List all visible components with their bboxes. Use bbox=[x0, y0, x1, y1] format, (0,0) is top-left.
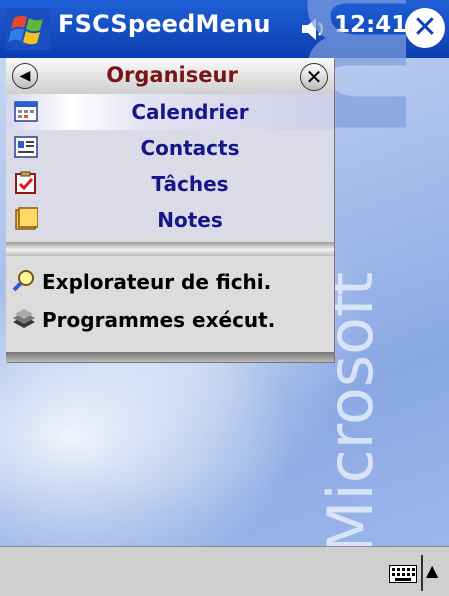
command-explorateur[interactable]: Explorateur de fichi. bbox=[6, 264, 334, 300]
menu-item-label: Tâches bbox=[151, 172, 229, 196]
menu-item-contacts[interactable]: Contacts bbox=[6, 130, 334, 166]
speed-menu: ◀ Organiseur ✕ Calendrier Contacts Tâche… bbox=[6, 58, 334, 362]
pocket-pc-screen: FSCSpeedMenu 12:41 ✕ mobile Microsoft ◀ … bbox=[0, 0, 449, 596]
app-title: FSCSpeedMenu bbox=[58, 10, 271, 38]
back-button[interactable]: ◀ bbox=[12, 63, 38, 89]
command-programmes[interactable]: Programmes exécut. bbox=[6, 302, 334, 338]
contacts-icon bbox=[14, 136, 38, 158]
menu-title: Organiseur bbox=[106, 63, 238, 87]
close-menu-button[interactable]: ✕ bbox=[300, 63, 328, 91]
menu-item-notes[interactable]: Notes bbox=[6, 202, 334, 238]
close-icon: ✕ bbox=[305, 65, 323, 89]
calendar-icon bbox=[14, 101, 38, 122]
menu-item-calendrier[interactable]: Calendrier bbox=[6, 94, 334, 130]
menu-item-label: Notes bbox=[157, 208, 223, 232]
menu-item-taches[interactable]: Tâches bbox=[6, 166, 334, 202]
sip-menu-arrow-icon[interactable]: ▲ bbox=[426, 561, 438, 580]
windows-flag-icon[interactable] bbox=[6, 8, 50, 50]
file-explorer-icon bbox=[12, 270, 34, 292]
back-arrow-icon: ◀ bbox=[19, 68, 31, 84]
menu-header: ◀ Organiseur ✕ bbox=[6, 58, 334, 94]
sip-divider bbox=[421, 555, 423, 591]
tasks-icon bbox=[15, 171, 36, 194]
menu-item-label: Contacts bbox=[140, 136, 240, 160]
menu-separator bbox=[6, 242, 334, 256]
keyboard-icon[interactable] bbox=[389, 565, 417, 583]
menu-item-label: Calendrier bbox=[131, 100, 249, 124]
menu-bottom-edge bbox=[6, 352, 334, 362]
running-programs-icon bbox=[13, 309, 35, 328]
bottom-bar: ▲ bbox=[0, 546, 449, 596]
command-label: Explorateur de fichi. bbox=[42, 270, 272, 294]
notes-icon bbox=[15, 207, 38, 230]
command-label: Programmes exécut. bbox=[42, 308, 276, 332]
